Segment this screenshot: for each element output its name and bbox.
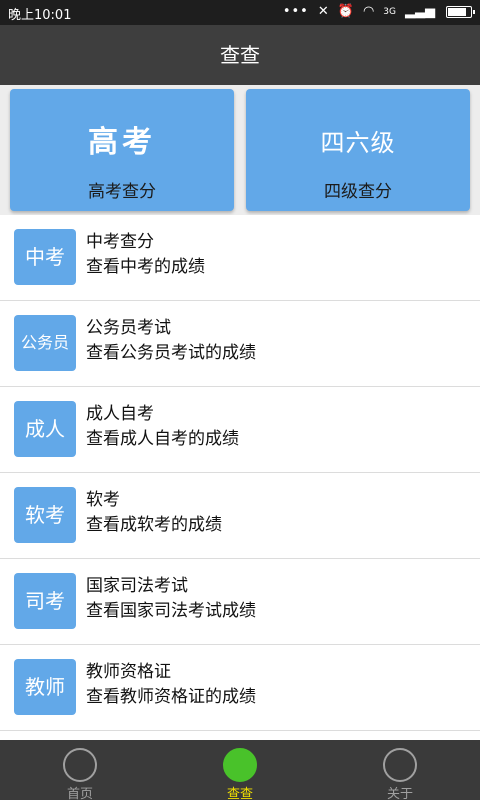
battery-icon	[446, 6, 475, 18]
tab-chacha-label: 查查	[226, 787, 253, 800]
zhongkao-icon: 中考	[14, 229, 76, 285]
cet-logo: 四六级	[320, 129, 396, 157]
list-item-subtitle: 查看成软考的成绩	[86, 515, 222, 535]
signal-icon: ▂▃▅	[405, 4, 435, 19]
list-item-subtitle: 查看国家司法考试成绩	[86, 601, 256, 621]
about-tab-icon	[383, 748, 417, 782]
network-type: 3G	[383, 7, 396, 17]
adult-exam-icon: 成人	[14, 401, 76, 457]
list-item-title: 公务员考试	[86, 318, 171, 338]
teacher-cert-icon: 教师	[14, 659, 76, 715]
list-item-title: 成人自考	[86, 404, 154, 424]
list-item-judicial-exam[interactable]: 司考 国家司法考试 查看国家司法考试成绩	[0, 559, 480, 645]
gaokao-label: 高考查分	[88, 182, 156, 202]
tab-about[interactable]: 关于	[320, 740, 480, 800]
list-item-title: 教师资格证	[86, 662, 171, 682]
mute-icon: ✕	[317, 4, 329, 19]
bottom-nav: 首页 查查 关于	[0, 740, 480, 800]
status-bar: 晚上10:01 ••• ✕ ⏰ ◠ 3G ▂▃▅	[0, 0, 480, 25]
list-item-subtitle: 查看中考的成绩	[86, 257, 205, 277]
software-exam-icon: 软考	[14, 487, 76, 543]
tab-home-label: 首页	[66, 787, 93, 800]
cet-card[interactable]: 四六级 四级查分	[246, 89, 470, 211]
page-title: 查查	[0, 25, 480, 85]
list-item-subtitle: 查看公务员考试的成绩	[86, 343, 256, 363]
tab-about-label: 关于	[386, 787, 413, 800]
gaokao-logo: 高考	[88, 125, 156, 160]
dots-icon: •••	[282, 4, 309, 19]
wifi-icon: ◠	[362, 4, 375, 19]
list-item-zhongkao[interactable]: 中考 中考查分 查看中考的成绩	[0, 215, 480, 301]
list-item-software-exam[interactable]: 软考 软考 查看成软考的成绩	[0, 473, 480, 559]
alarm-icon: ⏰	[337, 4, 354, 19]
list-item-title: 国家司法考试	[86, 576, 188, 596]
top-cards: 高考 高考查分 四六级 四级查分	[0, 85, 480, 215]
exam-list: 中考 中考查分 查看中考的成绩 公务员 公务员考试 查看公务员考试的成绩 成人 …	[0, 215, 480, 731]
list-item-title: 中考查分	[86, 232, 154, 252]
list-item-subtitle: 查看教师资格证的成绩	[86, 687, 256, 707]
status-icons: ••• ✕ ⏰ ◠ 3G ▂▃▅	[282, 3, 475, 21]
status-time: 晚上10:01	[8, 8, 72, 23]
list-item-title: 软考	[86, 490, 120, 510]
judicial-exam-icon: 司考	[14, 573, 76, 629]
chacha-tab-icon	[223, 748, 257, 782]
list-item-civil-service[interactable]: 公务员 公务员考试 查看公务员考试的成绩	[0, 301, 480, 387]
home-tab-icon	[63, 748, 97, 782]
list-item-adult-self-exam[interactable]: 成人 成人自考 查看成人自考的成绩	[0, 387, 480, 473]
gaokao-card[interactable]: 高考 高考查分	[10, 89, 234, 211]
list-item-subtitle: 查看成人自考的成绩	[86, 429, 239, 449]
list-item-teacher-cert[interactable]: 教师 教师资格证 查看教师资格证的成绩	[0, 645, 480, 731]
tab-chacha[interactable]: 查查	[160, 740, 320, 800]
cet-label: 四级查分	[324, 182, 392, 202]
civil-service-icon: 公务员	[14, 315, 76, 371]
tab-home[interactable]: 首页	[0, 740, 160, 800]
